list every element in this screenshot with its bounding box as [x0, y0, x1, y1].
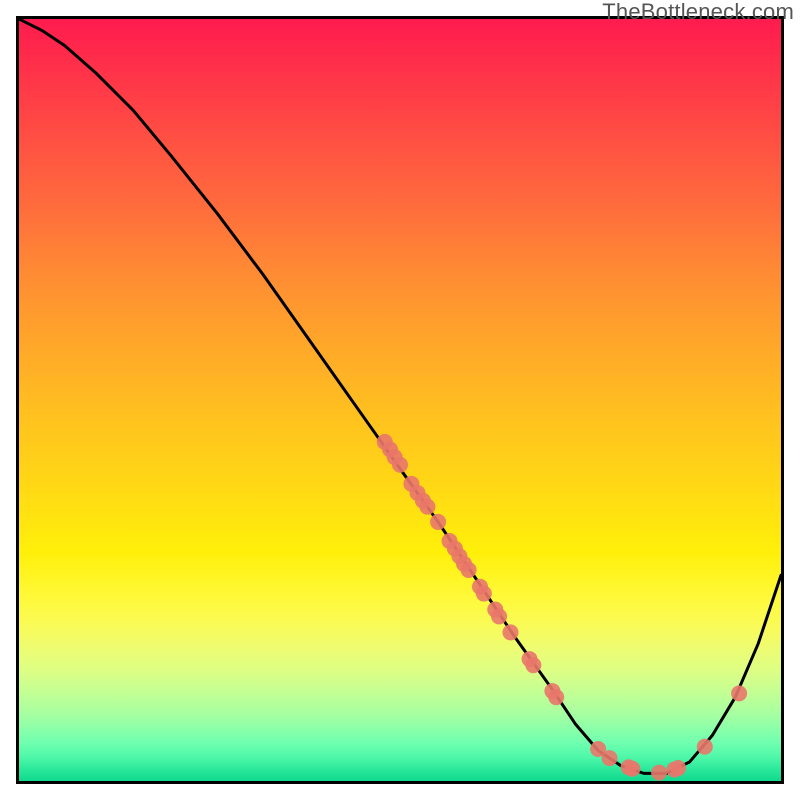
chart-frame: TheBottleneck.com [0, 0, 800, 800]
scatter-point [697, 739, 713, 755]
watermark-text: TheBottleneck.com [602, 0, 794, 25]
scatter-point [602, 750, 618, 766]
scatter-point [476, 586, 492, 602]
scatter-point [651, 765, 667, 781]
scatter-point [419, 499, 435, 515]
scatter-point [430, 514, 446, 530]
scatter-point [624, 761, 640, 777]
scatter-point [392, 457, 408, 473]
plot-area [16, 16, 784, 784]
scatter-layer [19, 19, 781, 781]
scatter-point [461, 562, 477, 578]
scatter-point [548, 689, 564, 705]
scatter-point [502, 624, 518, 640]
scatter-point [670, 760, 686, 776]
scatter-point [731, 685, 747, 701]
scatter-point [525, 657, 541, 673]
scatter-point [491, 608, 507, 624]
